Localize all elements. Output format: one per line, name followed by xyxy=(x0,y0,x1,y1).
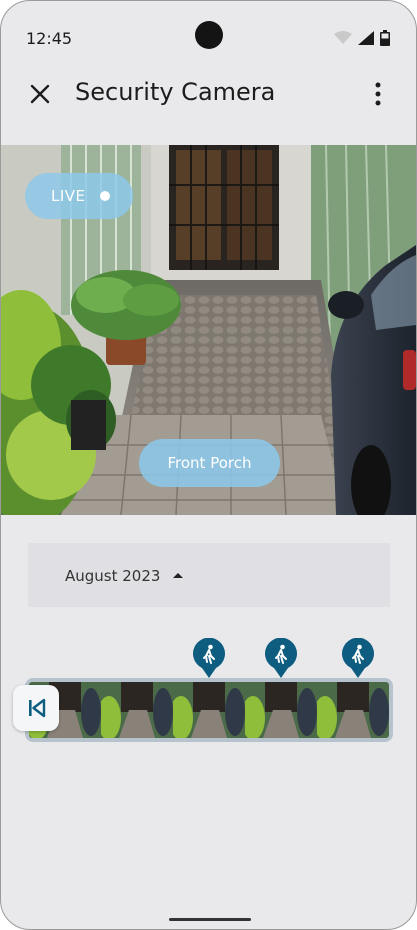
signal-icon xyxy=(358,31,374,45)
caret-up-icon xyxy=(173,573,183,578)
home-indicator[interactable] xyxy=(169,918,251,921)
month-selector[interactable]: August 2023 xyxy=(28,543,390,607)
person-walking-icon[interactable] xyxy=(192,638,226,678)
battery-icon xyxy=(380,30,390,46)
status-icons xyxy=(334,30,390,46)
live-label: LIVE xyxy=(51,187,86,205)
thumbnail-frame[interactable] xyxy=(245,682,317,738)
close-icon[interactable] xyxy=(27,81,53,107)
app-bar: Security Camera xyxy=(1,63,416,123)
camera-name-label: Front Porch xyxy=(167,454,252,472)
more-options-icon[interactable] xyxy=(368,80,388,108)
skip-to-start-button[interactable] xyxy=(13,685,59,731)
status-time: 12:45 xyxy=(26,29,73,48)
live-indicator[interactable]: LIVE xyxy=(25,173,133,219)
phone-frame: 12:45 Security Camera LIVE Front Porch A… xyxy=(0,0,417,930)
event-timeline[interactable] xyxy=(25,678,393,742)
person-walking-icon[interactable] xyxy=(341,638,375,678)
thumbnail-strip[interactable] xyxy=(29,682,389,738)
thumbnail-frame[interactable] xyxy=(101,682,173,738)
thumbnail-frame[interactable] xyxy=(173,682,245,738)
thumbnail-frame[interactable] xyxy=(317,682,389,738)
month-label: August 2023 xyxy=(65,567,161,585)
person-walking-icon[interactable] xyxy=(264,638,298,678)
camera-feed[interactable]: LIVE Front Porch xyxy=(1,145,416,515)
front-camera xyxy=(195,21,223,49)
wifi-icon xyxy=(334,31,352,44)
skip-to-start-icon xyxy=(29,698,46,718)
status-bar: 12:45 xyxy=(1,1,416,61)
page-title: Security Camera xyxy=(75,78,276,106)
live-dot-icon xyxy=(100,191,110,201)
camera-name-badge[interactable]: Front Porch xyxy=(139,439,280,487)
